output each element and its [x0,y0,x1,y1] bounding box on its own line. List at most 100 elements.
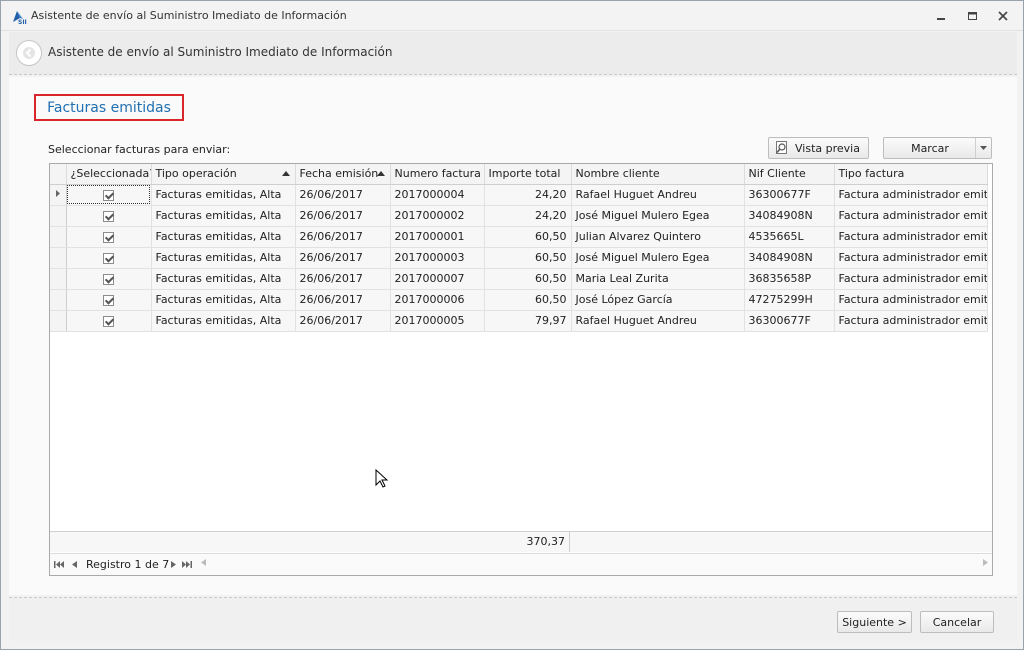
cell-selected[interactable] [66,226,152,248]
cell-fecha-emision[interactable]: 26/06/2017 [295,184,391,206]
cell-nif-cliente[interactable]: 36300677F [744,184,835,206]
cell-selected[interactable] [66,268,152,290]
preview-button[interactable]: Vista previa [768,137,869,159]
cell-selected[interactable] [66,289,152,311]
cell-numero-factura[interactable]: 2017000006 [390,289,485,311]
cell-tipo-factura[interactable]: Factura administrador emitida [834,205,988,227]
table-row[interactable]: Facturas emitidas, Alta 26/06/2017 2017000… [50,205,988,227]
scroll-right-arrow[interactable] [983,559,988,568]
cell-tipo-factura[interactable]: Factura administrador emitida [834,289,988,311]
cell-nombre-cliente[interactable]: Maria Leal Zurita [571,268,745,290]
column-header-nombre-cliente[interactable]: Nombre cliente [571,164,745,185]
cell-tipo-operacion[interactable]: Facturas emitidas, Alta [151,310,296,332]
row-checkbox[interactable] [103,189,114,201]
cell-fecha-emision[interactable]: 26/06/2017 [295,289,391,311]
row-indicator[interactable] [50,226,67,248]
cell-nif-cliente[interactable]: 47275299H [744,289,835,311]
cell-tipo-factura[interactable]: Factura administrador emitida [834,247,988,269]
cell-fecha-emision[interactable]: 26/06/2017 [295,247,391,269]
cell-tipo-operacion[interactable]: Facturas emitidas, Alta [151,289,296,311]
cell-tipo-factura[interactable]: Factura administrador emitida [834,226,988,248]
restore-button[interactable] [960,7,984,25]
column-header-nif-cliente[interactable]: Nif Cliente [744,164,835,185]
cell-nif-cliente[interactable]: 36835658P [744,268,835,290]
column-header-tipo-factura[interactable]: Tipo factura [834,164,988,185]
cell-nombre-cliente[interactable]: José Miguel Mulero Egea [571,205,745,227]
cell-numero-factura[interactable]: 2017000007 [390,268,485,290]
row-indicator[interactable] [50,310,67,332]
row-indicator[interactable] [50,205,67,227]
scroll-left-arrow[interactable] [201,559,206,568]
close-button[interactable] [991,7,1015,25]
table-row[interactable]: Facturas emitidas, Alta 26/06/2017 2017000… [50,247,988,269]
cell-numero-factura[interactable]: 2017000003 [390,247,485,269]
table-row[interactable]: Facturas emitidas, Alta 26/06/2017 2017000… [50,289,988,311]
cell-nif-cliente[interactable]: 34084908N [744,247,835,269]
cell-tipo-operacion[interactable]: Facturas emitidas, Alta [151,268,296,290]
cell-importe-total[interactable]: 79,97 [484,310,572,332]
cell-tipo-operacion[interactable]: Facturas emitidas, Alta [151,247,296,269]
table-row[interactable]: Facturas emitidas, Alta 26/06/2017 2017000… [50,184,988,206]
cell-importe-total[interactable]: 60,50 [484,268,572,290]
cell-nif-cliente[interactable]: 4535665L [744,226,835,248]
previous-record-button[interactable] [69,558,79,571]
cell-importe-total[interactable]: 60,50 [484,289,572,311]
cell-tipo-operacion[interactable]: Facturas emitidas, Alta [151,205,296,227]
cell-fecha-emision[interactable]: 26/06/2017 [295,310,391,332]
cell-tipo-factura[interactable]: Factura administrador emitida [834,268,988,290]
cell-nombre-cliente[interactable]: Julian Alvarez Quintero [571,226,745,248]
cell-fecha-emision[interactable]: 26/06/2017 [295,268,391,290]
cell-importe-total[interactable]: 24,20 [484,205,572,227]
column-header-fecha-emision[interactable]: Fecha emisión [295,164,391,185]
cell-tipo-factura[interactable]: Factura administrador emitida [834,184,988,206]
cell-numero-factura[interactable]: 2017000001 [390,226,485,248]
row-indicator[interactable] [50,268,67,290]
column-header-selected[interactable]: ¿Seleccionada? [66,164,152,185]
cell-nombre-cliente[interactable]: Rafael Huguet Andreu [571,310,745,332]
next-record-button[interactable] [168,558,178,571]
row-checkbox[interactable] [103,252,114,264]
row-checkbox[interactable] [103,315,114,327]
first-record-button[interactable] [53,558,65,571]
cell-tipo-factura[interactable]: Factura administrador emitida [834,310,988,332]
cell-numero-factura[interactable]: 2017000004 [390,184,485,206]
cell-nif-cliente[interactable]: 34084908N [744,205,835,227]
cell-selected[interactable] [66,184,152,206]
cell-numero-factura[interactable]: 2017000005 [390,310,485,332]
cell-nif-cliente[interactable]: 36300677F [744,310,835,332]
column-header-numero-factura[interactable]: Numero factura [390,164,485,185]
row-indicator[interactable] [50,184,67,206]
row-checkbox[interactable] [103,294,114,306]
cell-numero-factura[interactable]: 2017000002 [390,205,485,227]
row-checkbox[interactable] [103,231,114,243]
cell-fecha-emision[interactable]: 26/06/2017 [295,205,391,227]
table-row[interactable]: Facturas emitidas, Alta 26/06/2017 2017000… [50,226,988,248]
column-header-tipo-operacion[interactable]: Tipo operación [151,164,296,185]
next-button[interactable]: Siguiente > [837,611,912,633]
cell-selected[interactable] [66,205,152,227]
cell-importe-total[interactable]: 60,50 [484,226,572,248]
cell-selected[interactable] [66,310,152,332]
mark-dropdown-arrow[interactable] [975,138,991,158]
table-row[interactable]: Facturas emitidas, Alta 26/06/2017 2017000… [50,310,988,332]
invoices-grid[interactable]: ¿Seleccionada? Tipo operación Fecha emis… [49,163,993,576]
minimize-button[interactable] [929,7,953,25]
row-checkbox[interactable] [103,210,114,222]
cell-selected[interactable] [66,247,152,269]
cell-importe-total[interactable]: 60,50 [484,247,572,269]
cancel-button[interactable]: Cancelar [920,611,994,633]
cell-tipo-operacion[interactable]: Facturas emitidas, Alta [151,184,296,206]
row-checkbox[interactable] [103,273,114,285]
row-indicator[interactable] [50,289,67,311]
mark-split-button[interactable]: Marcar [883,137,992,159]
last-record-button[interactable] [181,558,193,571]
cell-importe-total[interactable]: 24,20 [484,184,572,206]
table-row[interactable]: Facturas emitidas, Alta 26/06/2017 2017000… [50,268,988,290]
row-indicator[interactable] [50,247,67,269]
cell-nombre-cliente[interactable]: José López García [571,289,745,311]
column-header-importe-total[interactable]: Importe total [484,164,572,185]
back-button[interactable] [16,40,42,66]
cell-nombre-cliente[interactable]: Rafael Huguet Andreu [571,184,745,206]
cell-tipo-operacion[interactable]: Facturas emitidas, Alta [151,226,296,248]
cell-nombre-cliente[interactable]: José Miguel Mulero Egea [571,247,745,269]
